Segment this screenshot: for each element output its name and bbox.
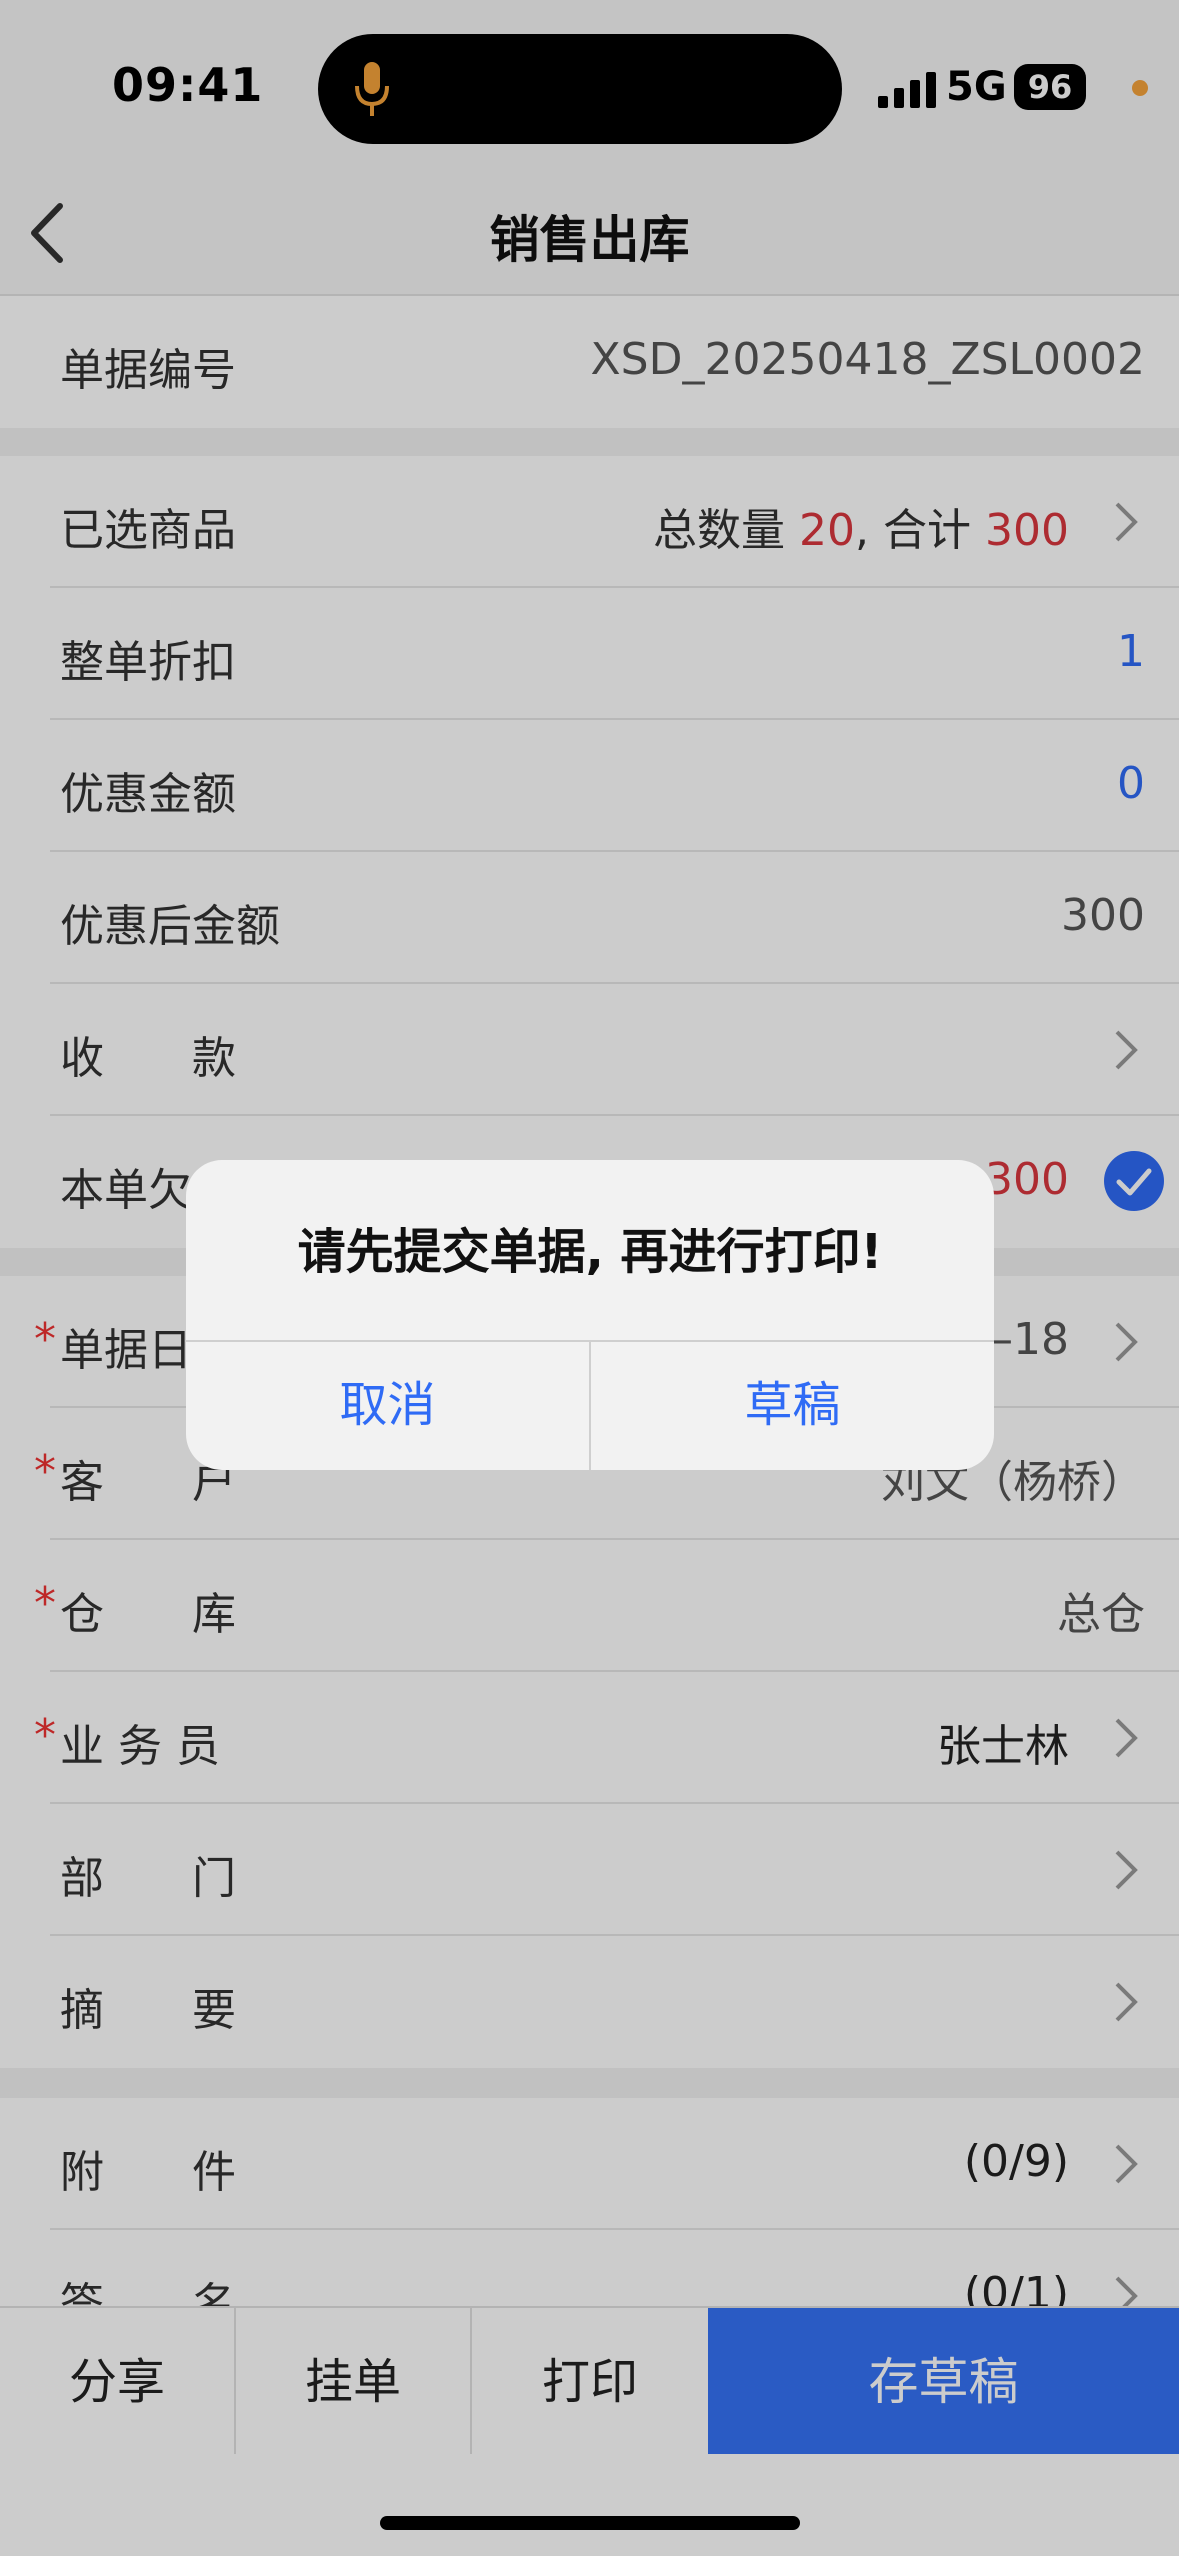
- dialog-message: 请先提交单据, 再进行打印!: [297, 1224, 883, 1280]
- dialog-draft-button[interactable]: 草稿: [591, 1340, 994, 1470]
- dialog-cancel-button[interactable]: 取消: [186, 1340, 589, 1470]
- alert-dialog: 请先提交单据, 再进行打印! 取消 草稿: [186, 1160, 994, 1470]
